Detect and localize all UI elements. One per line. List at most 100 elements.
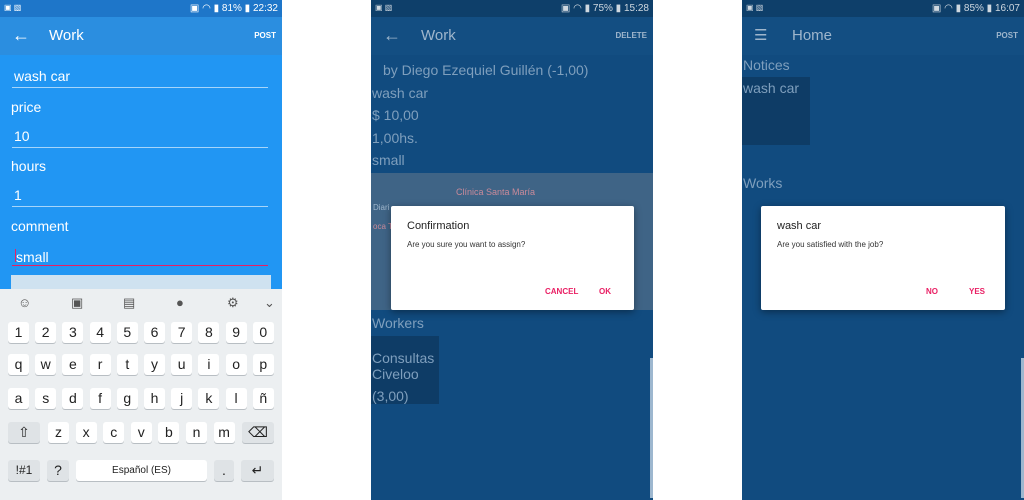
- author-line: by Diego Ezequiel Guillén (-1,00): [383, 62, 589, 78]
- key-n[interactable]: n: [186, 422, 207, 443]
- no-button[interactable]: NO: [926, 287, 938, 296]
- key-ñ[interactable]: ñ: [252, 388, 274, 409]
- price-input[interactable]: 10: [12, 125, 268, 148]
- space-key[interactable]: Español (ES): [76, 460, 207, 481]
- work-form: wash car price 10 hours 1 comment small: [0, 55, 282, 290]
- work-hours: 1,00hs.: [372, 130, 418, 146]
- sticker-icon[interactable]: ▣: [71, 295, 83, 311]
- key-i[interactable]: i: [198, 354, 220, 375]
- key-d[interactable]: d: [62, 388, 84, 409]
- post-button[interactable]: POST: [996, 31, 1018, 40]
- key-w[interactable]: w: [35, 354, 57, 375]
- app-bar: ☰ Home POST: [742, 17, 1024, 55]
- shift-key[interactable]: ⇧: [8, 422, 40, 443]
- work-title: wash car: [372, 85, 429, 101]
- question-key[interactable]: ?: [47, 460, 69, 481]
- comment-input[interactable]: small: [12, 243, 268, 266]
- key-9[interactable]: 9: [225, 322, 247, 343]
- notice-item-title: wash car: [743, 80, 800, 96]
- comment-label: comment: [11, 218, 69, 234]
- map-label-left-2: oca T: [373, 222, 393, 231]
- price-input-value: 10: [14, 128, 30, 144]
- title-input[interactable]: wash car: [12, 65, 268, 88]
- status-bar: ▣ ▧ ▣ ◠ ▮ 85% ▮ 16:07: [742, 0, 1024, 17]
- key-x[interactable]: x: [75, 422, 97, 443]
- key-y[interactable]: y: [144, 354, 165, 375]
- map-preview[interactable]: [11, 275, 271, 289]
- screen-work-assign: ▣ ▧ ▣ ◠ ▮ 75% ▮ 15:28 ← Work DELETE by D…: [371, 0, 653, 500]
- app-bar: ← Work POST: [0, 17, 282, 55]
- key-g[interactable]: g: [116, 388, 138, 409]
- cancel-button[interactable]: CANCEL: [545, 287, 578, 296]
- key-8[interactable]: 8: [198, 322, 220, 343]
- status-right-info: ▣ ◠ ▮ 75% ▮ 15:28: [560, 3, 649, 14]
- collapse-keyboard-icon[interactable]: ⌄: [264, 295, 275, 311]
- confirmation-dialog: Confirmation Are you sure you want to as…: [391, 206, 634, 310]
- workers-label: Workers: [372, 315, 424, 331]
- work-price: $ 10,00: [372, 107, 419, 123]
- key-h[interactable]: h: [144, 388, 165, 409]
- key-p[interactable]: p: [252, 354, 274, 375]
- key-j[interactable]: j: [171, 388, 193, 409]
- key-t[interactable]: t: [116, 354, 138, 375]
- map-place-label: Clínica Santa María: [456, 187, 536, 197]
- settings-icon[interactable]: ⚙: [227, 295, 239, 311]
- backspace-key[interactable]: ⌫: [242, 422, 274, 443]
- key-1[interactable]: 1: [8, 322, 29, 343]
- key-7[interactable]: 7: [171, 322, 193, 343]
- key-4[interactable]: 4: [89, 322, 111, 343]
- page-title: Work: [49, 27, 84, 44]
- key-a[interactable]: a: [8, 388, 29, 409]
- key-3[interactable]: 3: [62, 322, 84, 343]
- yes-button[interactable]: YES: [969, 287, 985, 296]
- key-u[interactable]: u: [171, 354, 193, 375]
- post-button[interactable]: POST: [254, 31, 276, 40]
- dialog-message: Are you satisfied with the job?: [777, 240, 884, 249]
- key-o[interactable]: o: [225, 354, 247, 375]
- delete-button[interactable]: DELETE: [615, 31, 647, 40]
- dialog-title: Confirmation: [407, 220, 470, 232]
- title-input-value: wash car: [14, 68, 71, 84]
- key-c[interactable]: c: [103, 422, 125, 443]
- comment-input-value: small: [16, 249, 49, 265]
- key-f[interactable]: f: [89, 388, 111, 409]
- key-e[interactable]: e: [62, 354, 84, 375]
- key-z[interactable]: z: [48, 422, 69, 443]
- emoji-icon[interactable]: ☺: [18, 295, 31, 310]
- key-m[interactable]: m: [213, 422, 235, 443]
- page-title: Home: [792, 27, 833, 44]
- microphone-icon[interactable]: ●: [176, 295, 184, 310]
- key-v[interactable]: v: [130, 422, 152, 443]
- hours-input-value: 1: [14, 187, 22, 203]
- page-title: Work: [421, 27, 456, 44]
- hamburger-menu-icon[interactable]: ☰: [754, 26, 767, 44]
- back-arrow-icon[interactable]: ←: [12, 25, 30, 46]
- ok-button[interactable]: OK: [599, 287, 611, 296]
- clipboard-icon[interactable]: ▤: [123, 295, 135, 311]
- key-q[interactable]: q: [8, 354, 29, 375]
- key-s[interactable]: s: [35, 388, 57, 409]
- screen-home: ▣ ▧ ▣ ◠ ▮ 85% ▮ 16:07 ☰ Home POST Notice…: [742, 0, 1024, 500]
- key-r[interactable]: r: [89, 354, 111, 375]
- back-arrow-icon[interactable]: ←: [383, 25, 401, 46]
- worker-rating: (3,00): [372, 388, 409, 404]
- key-b[interactable]: b: [158, 422, 180, 443]
- key-0[interactable]: 0: [252, 322, 274, 343]
- map-label-left-1: Diari: [373, 203, 390, 212]
- dialog-title: wash car: [777, 220, 822, 232]
- worker-name-line-2: Civeloo: [372, 366, 419, 382]
- key-6[interactable]: 6: [144, 322, 165, 343]
- enter-key[interactable]: ↵: [241, 460, 274, 481]
- key-5[interactable]: 5: [116, 322, 138, 343]
- price-label: price: [11, 99, 42, 115]
- key-l[interactable]: l: [225, 388, 247, 409]
- notices-label: Notices: [743, 57, 790, 73]
- status-left-icons: ▣ ▧: [375, 3, 393, 12]
- hours-input[interactable]: 1: [12, 184, 268, 207]
- scrollbar[interactable]: [650, 358, 653, 498]
- symbols-key[interactable]: !#1: [8, 460, 40, 481]
- key-2[interactable]: 2: [35, 322, 57, 343]
- hours-label: hours: [11, 158, 47, 174]
- key-k[interactable]: k: [198, 388, 220, 409]
- period-key[interactable]: .: [214, 460, 234, 481]
